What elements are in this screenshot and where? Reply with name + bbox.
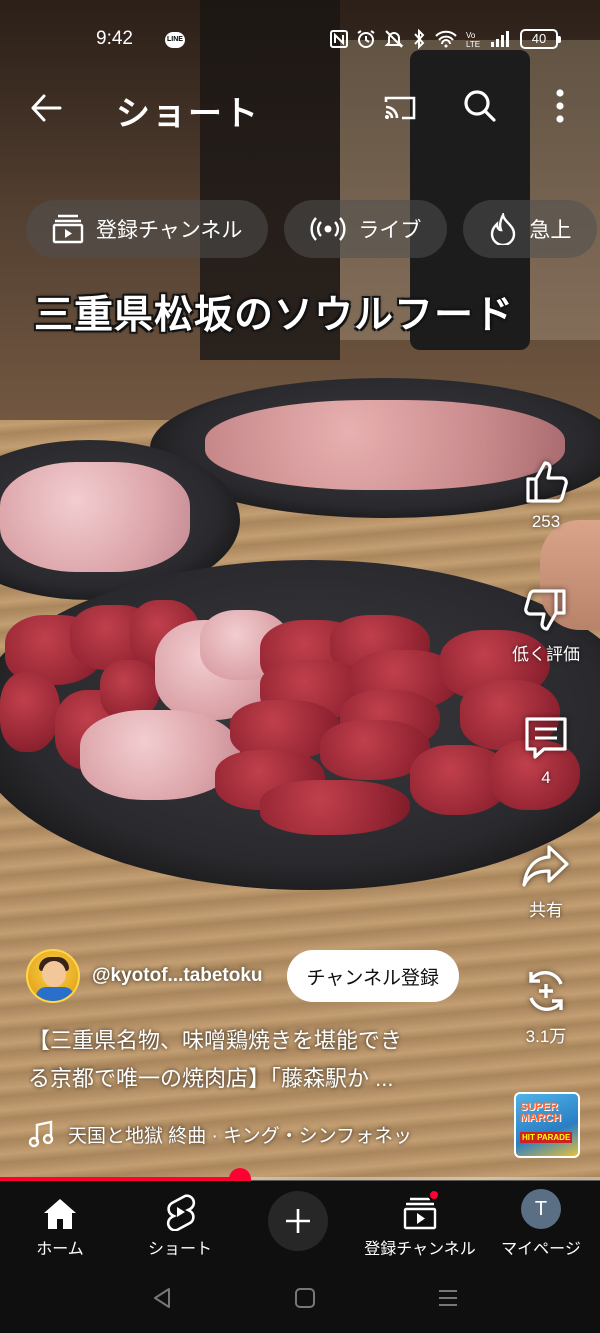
mute-icon	[384, 30, 404, 48]
status-icons: Vo LTE 40	[330, 29, 561, 49]
more-options-button[interactable]	[540, 84, 580, 128]
album-art-subtitle: HIT PARADE	[520, 1132, 573, 1143]
chip-label: ライブ	[358, 219, 422, 242]
meat-wings	[0, 462, 190, 572]
nav-you[interactable]: T マイページ	[496, 1181, 586, 1265]
chip-trending[interactable]: 急上	[463, 200, 598, 258]
system-navigation-bar	[0, 1265, 600, 1333]
bottom-navigation: ホーム ショート 登録チャンネル T マイページ	[0, 1181, 600, 1265]
subscriptions-icon	[52, 214, 84, 244]
arrow-left-icon	[31, 94, 62, 122]
video-title-line1: 【三重県名物、味噌鶏焼きを堪能でき	[28, 1028, 403, 1053]
meat-item	[260, 780, 410, 835]
square-home-icon	[295, 1288, 315, 1308]
wifi-icon	[435, 30, 457, 48]
nav-label: マイページ	[501, 1241, 581, 1258]
notification-dot	[428, 1189, 440, 1201]
video-title[interactable]: 【三重県名物、味噌鶏焼きを堪能でき る京都で唯一の焼肉店】「藤森駅か ...	[28, 1022, 498, 1098]
alarm-icon	[357, 30, 375, 48]
trending-icon	[491, 213, 516, 245]
home-icon	[44, 1199, 76, 1229]
share-label: 共有	[529, 901, 563, 920]
chip-label: 急上	[529, 219, 572, 242]
dislike-button[interactable]: 低く評価	[498, 586, 594, 665]
battery-icon: 40	[520, 29, 561, 49]
thumbs-down-icon	[524, 589, 566, 631]
video-title-line2: る京都で唯一の焼肉店】「藤森駅か ...	[28, 1066, 394, 1091]
line-notification-icon: LINE	[165, 32, 185, 48]
system-back-button[interactable]	[142, 1283, 182, 1313]
remix-count: 3.1万	[525, 1027, 567, 1046]
dislike-label: 低く評価	[512, 645, 580, 664]
remix-button[interactable]: 3.1万	[498, 966, 594, 1047]
channel-handle[interactable]: @kyotof...tabetoku	[92, 965, 263, 987]
bluetooth-icon	[414, 29, 425, 49]
meat-item	[0, 672, 60, 752]
like-count: 253	[531, 512, 561, 531]
remix-icon	[529, 970, 563, 1012]
back-button[interactable]	[24, 86, 68, 130]
comment-icon	[525, 717, 567, 759]
triangle-back-icon	[154, 1288, 170, 1308]
cast-icon	[384, 96, 416, 120]
menu-lines-icon	[439, 1290, 457, 1306]
thumbs-up-icon	[526, 461, 568, 503]
more-vert-icon	[556, 89, 564, 123]
page-title: ショート	[116, 95, 260, 133]
channel-row: @kyotof...tabetoku チャンネル登録	[26, 948, 506, 1004]
cast-button[interactable]	[378, 86, 422, 130]
nfc-icon	[330, 30, 348, 48]
subscribe-button[interactable]: チャンネル登録	[286, 950, 459, 1002]
nav-shorts[interactable]: ショート	[138, 1181, 222, 1265]
nav-label: ショート	[147, 1241, 212, 1258]
top-app-bar: ショート	[0, 80, 600, 136]
comments-button[interactable]: 4	[498, 714, 594, 788]
like-button[interactable]: 253	[498, 458, 594, 532]
nav-home[interactable]: ホーム	[20, 1181, 100, 1265]
clock: 9:42	[96, 28, 133, 49]
subscriptions-icon	[403, 1197, 437, 1230]
comment-count: 4	[541, 768, 551, 787]
nav-subscriptions[interactable]: 登録チャンネル	[358, 1181, 482, 1265]
user-avatar: T	[521, 1189, 561, 1229]
nav-create[interactable]	[268, 1181, 332, 1265]
avatar-shirt	[36, 987, 74, 1001]
filter-chips: 登録チャンネル ライブ 急上	[26, 200, 600, 258]
status-bar: 9:42 LINE Vo LTE 40	[0, 24, 600, 58]
volte-icon: VoLTE	[466, 31, 480, 49]
chip-live[interactable]: ライブ	[284, 200, 448, 258]
search-button[interactable]	[458, 84, 502, 128]
shorts-icon	[166, 1194, 196, 1231]
svg-text:Vo: Vo	[466, 31, 476, 40]
plus-icon	[286, 1209, 310, 1233]
video-caption-overlay: 三重県松坂のソウルフード	[34, 292, 515, 338]
system-recents-button[interactable]	[428, 1283, 468, 1313]
album-art[interactable]: SUPER MARCH HIT PARADE	[514, 1092, 580, 1158]
music-title: 天国と地獄 終曲 · キング・シンフォネッ	[68, 1125, 413, 1147]
chip-subscriptions[interactable]: 登録チャンネル	[26, 200, 269, 258]
share-icon	[522, 845, 569, 887]
svg-text:LTE: LTE	[466, 40, 480, 49]
channel-avatar[interactable]	[26, 949, 80, 1003]
music-row[interactable]: 天国と地獄 終曲 · キング・シンフォネッ	[28, 1120, 498, 1148]
music-note-icon	[28, 1120, 54, 1148]
album-art-title: SUPER MARCH	[520, 1101, 561, 1124]
system-home-button[interactable]	[285, 1283, 325, 1313]
live-icon	[310, 217, 346, 241]
nav-label: ホーム	[36, 1241, 84, 1258]
nav-label: 登録チャンネル	[364, 1241, 476, 1258]
avatar-face	[42, 961, 66, 987]
search-icon	[464, 90, 496, 122]
chip-label: 登録チャンネル	[96, 219, 243, 242]
share-button[interactable]: 共有	[498, 842, 594, 921]
signal-icon	[491, 31, 509, 47]
